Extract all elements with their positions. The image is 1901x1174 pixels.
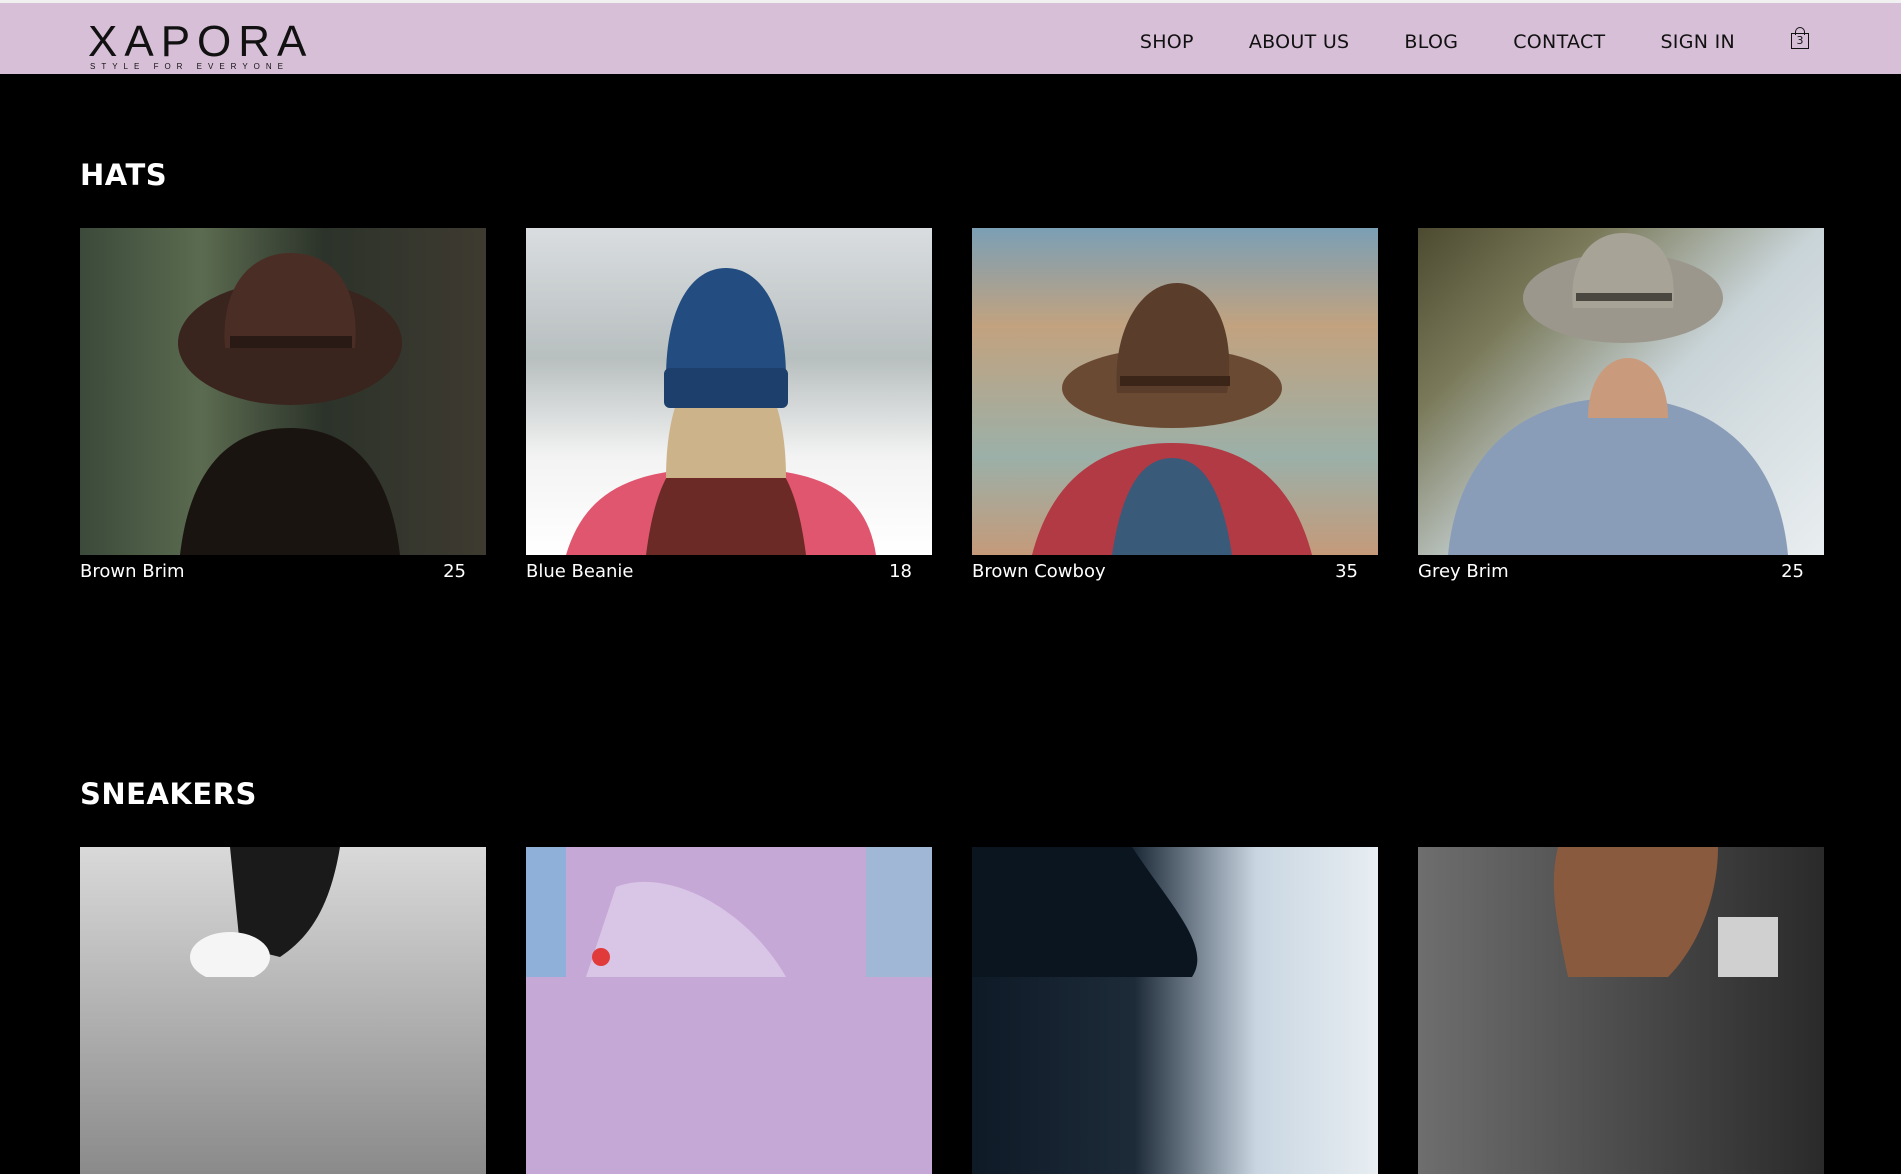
product-meta: Grey Brim 25 bbox=[1418, 561, 1824, 582]
product-meta: Brown Cowboy 35 bbox=[972, 561, 1378, 582]
blue-beanie-illustration bbox=[566, 268, 876, 555]
product-image-brown-brim[interactable] bbox=[80, 228, 486, 555]
product-card[interactable]: Brown Cowboy 35 bbox=[972, 228, 1378, 582]
product-name: Brown Brim bbox=[80, 561, 185, 582]
product-card[interactable] bbox=[80, 847, 486, 1174]
sneaker-illustration bbox=[972, 847, 1198, 977]
product-name: Grey Brim bbox=[1418, 561, 1509, 582]
product-image-brown-cowboy[interactable] bbox=[972, 228, 1378, 555]
product-price: 18 bbox=[889, 561, 912, 582]
product-card[interactable] bbox=[972, 847, 1378, 1174]
product-meta: Brown Brim 25 bbox=[80, 561, 486, 582]
product-price: 25 bbox=[1781, 561, 1804, 582]
sneaker-illustration bbox=[1553, 847, 1778, 977]
section-sneakers: SNEAKERS bbox=[80, 777, 1824, 1174]
grey-brim-hat-illustration bbox=[1448, 233, 1788, 555]
nav-about-us[interactable]: ABOUT US bbox=[1249, 31, 1350, 53]
product-grid: Brown Brim 25 Blue Beanie 18 Brown Cowbo… bbox=[80, 228, 1824, 582]
brown-brim-hat-illustration bbox=[178, 253, 402, 555]
section-hats: HATS Brown Brim 25 Blue Beanie 18 Brown … bbox=[80, 158, 1824, 582]
nav-contact[interactable]: CONTACT bbox=[1513, 31, 1605, 53]
section-title[interactable]: HATS bbox=[80, 158, 1824, 192]
sneaker-illustration bbox=[190, 847, 340, 982]
product-price: 35 bbox=[1335, 561, 1358, 582]
product-image-sneaker-4[interactable] bbox=[1418, 847, 1824, 1174]
sneaker-illustration bbox=[526, 847, 932, 977]
product-name: Blue Beanie bbox=[526, 561, 634, 582]
product-name: Brown Cowboy bbox=[972, 561, 1106, 582]
site-header: XAPORA STYLE FOR EVERYONE SHOP ABOUT US … bbox=[0, 3, 1901, 74]
logo[interactable]: XAPORA STYLE FOR EVERYONE bbox=[88, 17, 314, 72]
nav-blog[interactable]: BLOG bbox=[1404, 31, 1458, 53]
product-card[interactable]: Grey Brim 25 bbox=[1418, 228, 1824, 582]
product-image-grey-brim[interactable] bbox=[1418, 228, 1824, 555]
product-meta: Blue Beanie 18 bbox=[526, 561, 932, 582]
logo-text: XAPORA bbox=[88, 17, 314, 66]
product-price: 25 bbox=[443, 561, 466, 582]
product-card[interactable]: Brown Brim 25 bbox=[80, 228, 486, 582]
logo-tagline: STYLE FOR EVERYONE bbox=[90, 62, 289, 71]
shopping-bag-icon[interactable]: 3 bbox=[1791, 27, 1811, 49]
product-image-sneaker-1[interactable] bbox=[80, 847, 486, 1174]
product-image-sneaker-3[interactable] bbox=[972, 847, 1378, 1174]
brown-cowboy-hat-illustration bbox=[1032, 283, 1312, 555]
product-card[interactable]: Blue Beanie 18 bbox=[526, 228, 932, 582]
product-grid bbox=[80, 847, 1824, 1174]
nav-shop[interactable]: SHOP bbox=[1140, 31, 1194, 53]
product-image-sneaker-2[interactable] bbox=[526, 847, 932, 1174]
main-nav: SHOP ABOUT US BLOG CONTACT SIGN IN 3 bbox=[1085, 27, 1811, 53]
product-card[interactable] bbox=[526, 847, 932, 1174]
section-title[interactable]: SNEAKERS bbox=[80, 777, 1824, 811]
cart-count: 3 bbox=[1791, 33, 1809, 49]
product-image-blue-beanie[interactable] bbox=[526, 228, 932, 555]
nav-sign-in[interactable]: SIGN IN bbox=[1660, 31, 1735, 53]
product-card[interactable] bbox=[1418, 847, 1824, 1174]
